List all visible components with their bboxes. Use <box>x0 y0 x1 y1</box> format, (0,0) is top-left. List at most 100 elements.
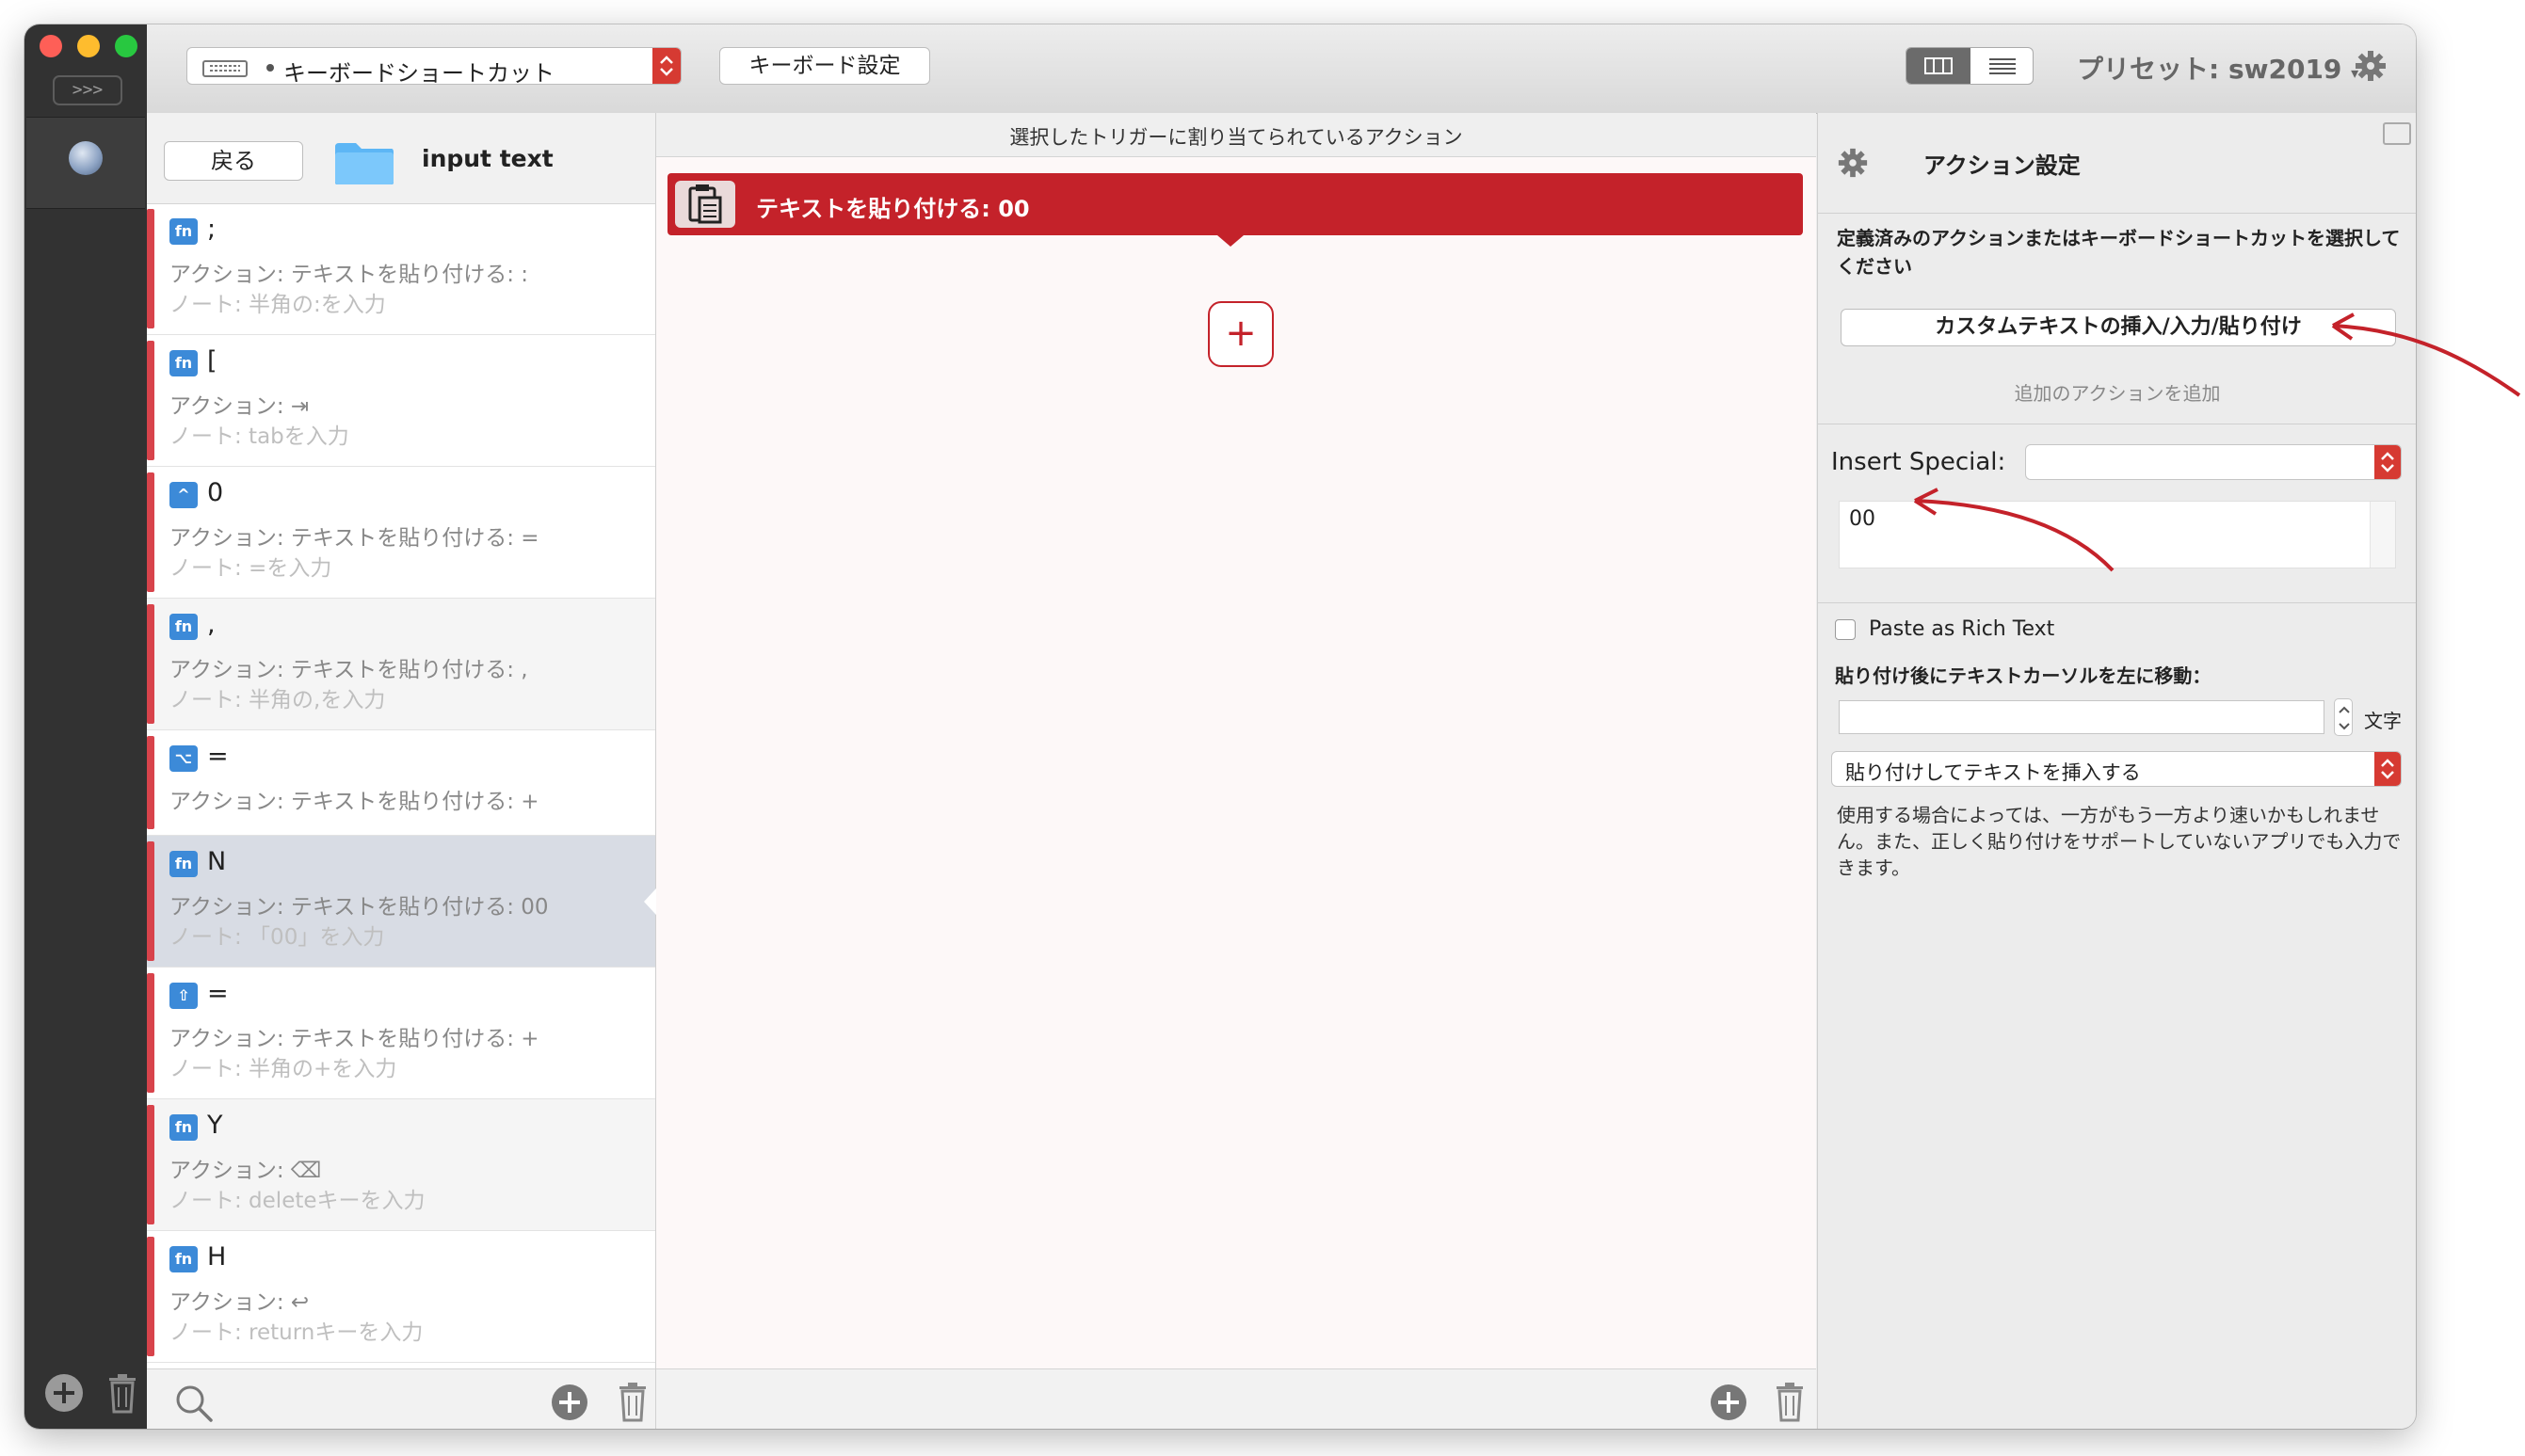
keyboard-settings-button[interactable]: キーボード設定 <box>719 47 930 85</box>
bullet-icon <box>266 64 274 72</box>
trigger-note: ノート: returnキーを入力 <box>169 1320 424 1345</box>
folder-name: input text <box>422 145 554 172</box>
add-action-icon[interactable] <box>1709 1383 1748 1422</box>
list-header: 戻る input text <box>147 113 655 204</box>
unit-label: 文字 <box>2364 710 2402 732</box>
trigger-row[interactable]: fn , アクション: テキストを貼り付ける: , ノート: 半角の,を入力 <box>147 599 655 730</box>
actions-panel: 選択したトリガーに割り当てられているアクション テキストを貼り付ける: 00 + <box>656 113 1816 1429</box>
toolbar: キーボードショートカット キーボード設定 プリセット: sw2019 ▾ <box>147 24 2416 114</box>
add-action-button[interactable]: + <box>1208 301 1274 367</box>
actions-footer <box>656 1368 1816 1429</box>
divider <box>1818 602 2416 603</box>
paste-mode-value: 貼り付けしてテキストを挿入する <box>1845 761 2141 784</box>
insert-special-popup[interactable] <box>2025 444 2402 480</box>
trigger-note: ノート: tabを入力 <box>169 424 349 449</box>
trigger-row[interactable]: fn Y アクション: ⌫ ノート: deleteキーを入力 <box>147 1099 655 1231</box>
fn-key-icon: fn <box>169 1246 198 1272</box>
add-app-icon[interactable] <box>43 1372 85 1414</box>
gear-icon <box>1838 148 1868 178</box>
globe-icon <box>69 141 103 175</box>
trigger-action: アクション: ⌫ <box>169 1159 322 1183</box>
custom-text-button[interactable]: カスタムテキストの挿入/入力/貼り付け <box>1841 309 2396 346</box>
textarea-scrollbar[interactable] <box>2370 502 2395 568</box>
actions-header: 選択したトリガーに割り当てられているアクション <box>656 113 1816 157</box>
columns-icon <box>1924 57 1953 74</box>
detach-panel-icon[interactable] <box>2383 122 2411 145</box>
trash-icon[interactable] <box>105 1372 139 1414</box>
search-icon[interactable] <box>173 1383 215 1424</box>
trigger-type-popup[interactable]: キーボードショートカット <box>186 47 682 87</box>
trigger-note: ノート: =を入力 <box>169 556 332 581</box>
trigger-note: ノート: deleteキーを入力 <box>169 1189 426 1213</box>
gear-icon[interactable] <box>2354 49 2388 83</box>
back-button[interactable]: 戻る <box>164 141 303 181</box>
trigger-action: アクション: テキストを貼り付ける: 00 <box>169 895 549 920</box>
trigger-action: アクション: テキストを貼り付ける: = <box>169 526 539 551</box>
minimize-window-button[interactable] <box>77 35 100 57</box>
list-footer <box>147 1368 655 1429</box>
trigger-row-selected[interactable]: fn N アクション: テキストを貼り付ける: 00 ノート: 「00」を入力 <box>147 836 655 968</box>
option-key-icon: ⌥ <box>169 745 198 772</box>
trigger-key: ; <box>207 215 217 244</box>
trigger-key: = <box>207 979 229 1008</box>
trigger-note: ノート: 半角の:を入力 <box>169 293 386 317</box>
trigger-action: アクション: テキストを貼り付ける: + <box>169 1027 539 1051</box>
trigger-row[interactable]: fn [ アクション: ⇥ ノート: tabを入力 <box>147 335 655 467</box>
keyboard-icon <box>202 60 248 77</box>
trigger-note: ノート: 半角の+を入力 <box>169 1057 397 1081</box>
trash-icon[interactable] <box>1773 1381 1807 1422</box>
list-view-button[interactable] <box>1970 48 2033 84</box>
text-to-paste-field[interactable]: 00 <box>1839 501 2396 568</box>
clipboard-icon <box>675 181 735 228</box>
folder-icon <box>335 143 394 184</box>
paste-mode-note: 使用する場合によっては、一方がもう一方より速いかもしれません。また、正しく貼り付… <box>1837 804 2402 879</box>
paste-rich-text-label: Paste as Rich Text <box>1869 617 2055 641</box>
trigger-row[interactable]: ⇧ = アクション: テキストを貼り付ける: + ノート: 半角の+を入力 <box>147 968 655 1099</box>
list-icon <box>1989 58 2016 74</box>
divider <box>1818 213 2416 214</box>
expand-sidebar-button[interactable]: >>> <box>53 75 122 105</box>
trigger-note: ノート: 「00」を入力 <box>169 925 385 950</box>
trigger-key: H <box>207 1242 227 1272</box>
add-additional-action-link[interactable]: 追加のアクションを追加 <box>1818 378 2416 406</box>
action-settings-panel: アクション設定 定義済みのアクションまたはキーボードショートカットを選択してくだ… <box>1817 113 2416 1429</box>
assigned-action[interactable]: テキストを貼り付ける: 00 <box>667 173 1803 247</box>
trigger-row[interactable]: fn ; アクション: テキストを貼り付ける: : ノート: 半角の:を入力 <box>147 203 655 335</box>
cursor-offset-stepper[interactable] <box>2334 698 2353 736</box>
popup-arrows-icon <box>2374 752 2401 786</box>
app-window: >>> キーボードショートカット キーボード設定 プリセット: sw2019 ▾… <box>24 24 2416 1429</box>
cursor-offset-input[interactable] <box>1839 700 2324 734</box>
trigger-row[interactable]: fn H アクション: ↩ ノート: returnキーを入力 <box>147 1231 655 1363</box>
trigger-action: アクション: テキストを貼り付ける: , <box>169 658 528 682</box>
preset-selector[interactable]: プリセット: sw2019 ▾ <box>2077 49 2358 87</box>
trash-icon[interactable] <box>616 1381 650 1422</box>
move-cursor-label: 貼り付け後にテキストカーソルを左に移動： <box>1835 664 2211 687</box>
action-settings-title: アクション設定 <box>1923 152 2081 179</box>
trigger-row[interactable]: ^ 0 アクション: テキストを貼り付ける: = ノート: =を入力 <box>147 467 655 599</box>
add-trigger-icon[interactable] <box>550 1383 589 1422</box>
column-view-button[interactable] <box>1906 48 1970 84</box>
trigger-key: Y <box>207 1111 223 1140</box>
trigger-action: アクション: テキストを貼り付ける: + <box>169 790 539 814</box>
trigger-list: 戻る input text fn ; アクション: テキストを貼り付ける: : … <box>147 113 656 1429</box>
popup-arrows-icon[interactable] <box>652 48 681 84</box>
trigger-row[interactable]: ⌥ = アクション: テキストを貼り付ける: + <box>147 730 655 836</box>
app-sidebar: >>> <box>24 24 147 1429</box>
fn-key-icon: fn <box>169 218 198 245</box>
zoom-window-button[interactable] <box>115 35 137 57</box>
shift-key-icon: ⇧ <box>169 983 198 1009</box>
text-to-paste-value: 00 <box>1849 507 1875 531</box>
trigger-action: アクション: ↩ <box>169 1290 310 1315</box>
fn-key-icon: fn <box>169 1114 198 1141</box>
trigger-note: ノート: 半角の,を入力 <box>169 688 386 712</box>
paste-rich-text-checkbox[interactable] <box>1835 619 1856 640</box>
view-mode-segmented-control <box>1906 47 2034 85</box>
trigger-key: N <box>207 847 227 876</box>
trigger-type-label: キーボードショートカット <box>283 60 555 87</box>
close-window-button[interactable] <box>40 35 62 57</box>
paste-mode-popup[interactable]: 貼り付けしてテキストを挿入する <box>1831 751 2402 787</box>
trigger-key: = <box>207 742 229 771</box>
action-description: 定義済みのアクションまたはキーボードショートカットを選択してください <box>1837 227 2401 278</box>
fn-key-icon: fn <box>169 350 198 376</box>
insert-special-label: Insert Special: <box>1831 448 2006 476</box>
